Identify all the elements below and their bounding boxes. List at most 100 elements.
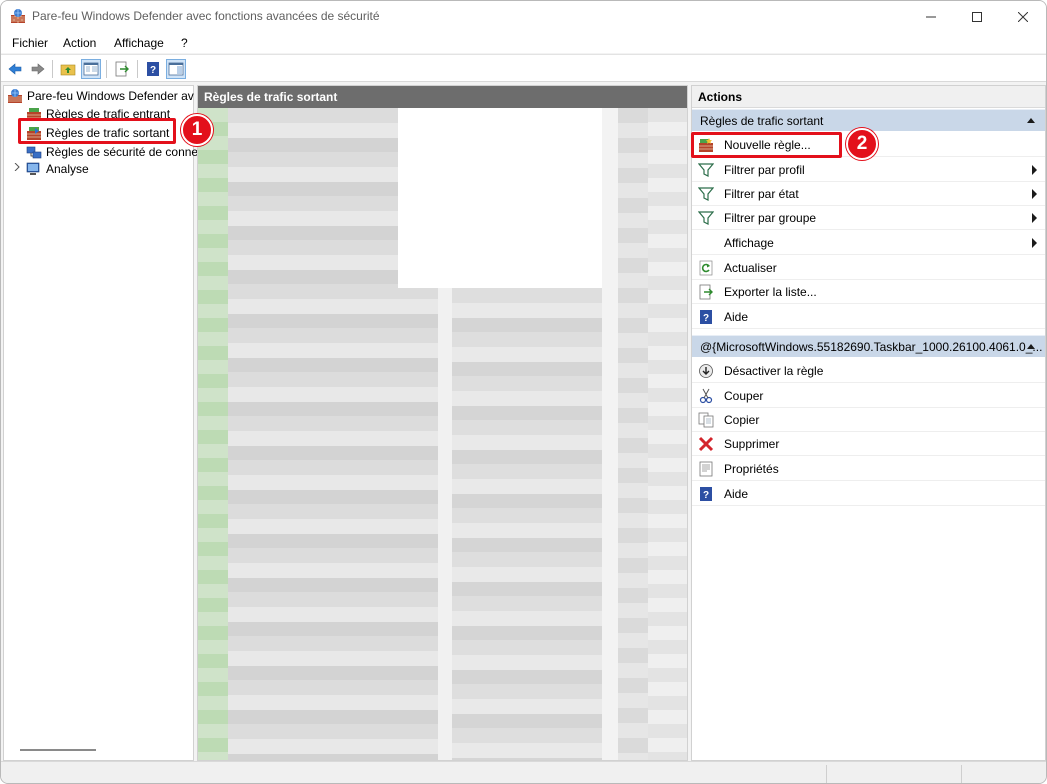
help-button[interactable]: ?: [143, 59, 163, 79]
toolbar-separator: [137, 60, 138, 78]
tree-root-label: Pare-feu Windows Defender av: [27, 88, 194, 103]
toolbar-separator: [52, 60, 53, 78]
minimize-icon: [926, 16, 936, 17]
show-hide-tree-button[interactable]: [81, 59, 101, 79]
help-icon: ?: [700, 310, 712, 324]
action-help-rule[interactable]: ? Aide: [692, 482, 1045, 506]
action-filter-group[interactable]: Filtrer par groupe: [692, 206, 1045, 230]
monitoring-icon: [26, 162, 40, 175]
pixelated-column: [198, 108, 228, 760]
expand-chevron-icon[interactable]: [13, 163, 21, 171]
forward-arrow-icon: [31, 63, 45, 75]
svg-text:?: ?: [703, 313, 709, 324]
console-tree-pane: Pare-feu Windows Defender av Règles de t…: [3, 85, 198, 761]
export-list-button[interactable]: [112, 59, 132, 79]
export-icon: [115, 61, 129, 77]
title-bar: Pare-feu Windows Defender avec fonctions…: [1, 1, 1046, 32]
action-help[interactable]: ? Aide: [692, 305, 1045, 329]
section-title: @{MicrosoftWindows.55182690.Taskbar_1000…: [700, 340, 1043, 354]
action-delete[interactable]: Supprimer: [692, 432, 1045, 456]
toolbar: ?: [1, 54, 1046, 82]
action-label: Affichage: [724, 236, 774, 250]
svg-text:?: ?: [703, 490, 709, 501]
firewall-app-icon: [11, 9, 25, 23]
status-bar: [1, 761, 1046, 783]
minimize-button[interactable]: [908, 1, 954, 32]
action-filter-state[interactable]: Filtrer par état: [692, 182, 1045, 206]
action-cut[interactable]: Couper: [692, 384, 1045, 408]
action-properties[interactable]: Propriétés: [692, 457, 1045, 481]
submenu-arrow-icon: [1032, 165, 1037, 175]
action-label: Filtrer par groupe: [724, 211, 817, 225]
actions-section-outbound[interactable]: Règles de trafic sortant: [692, 109, 1045, 131]
pixelated-gap: [438, 288, 452, 760]
submenu-arrow-icon: [1032, 189, 1037, 199]
menu-action[interactable]: Action: [63, 36, 96, 50]
action-label: Filtrer par profil: [724, 163, 805, 177]
pixelated-gap: [602, 108, 618, 760]
rules-list-pane: Règles de trafic sortant: [197, 85, 688, 761]
maximize-icon: [972, 11, 982, 22]
pixelated-column: [452, 288, 602, 760]
show-hide-action-pane-button[interactable]: [166, 59, 186, 79]
menu-affichage[interactable]: Affichage: [114, 36, 164, 50]
delete-icon: [698, 436, 714, 452]
action-refresh[interactable]: Actualiser: [692, 256, 1045, 280]
help-icon: ?: [700, 487, 712, 501]
menu-fichier[interactable]: Fichier: [12, 36, 48, 50]
highlight-new-rule: [691, 132, 842, 158]
forward-button[interactable]: [28, 59, 48, 79]
properties-icon: [699, 461, 713, 477]
rules-list-header: Règles de trafic sortant: [198, 86, 687, 108]
window-title: Pare-feu Windows Defender avec fonctions…: [32, 9, 380, 23]
filter-icon: [698, 187, 714, 201]
action-export-list[interactable]: Exporter la liste...: [692, 280, 1045, 304]
app-window: Pare-feu Windows Defender avec fonctions…: [0, 0, 1047, 784]
actions-pane: Actions Règles de trafic sortant Nouvell…: [691, 85, 1046, 761]
status-separator: [961, 765, 962, 783]
firewall-icon: [8, 88, 22, 103]
pixelated-column: [618, 108, 648, 760]
pixelated-column: [648, 108, 687, 760]
action-label: Désactiver la règle: [724, 364, 824, 378]
svg-text:?: ?: [150, 65, 156, 76]
rules-list-pixelated: [198, 108, 687, 760]
action-filter-profile[interactable]: Filtrer par profil: [692, 158, 1045, 182]
back-button[interactable]: [5, 59, 25, 79]
action-label: Propriétés: [724, 462, 779, 476]
submenu-arrow-icon: [1032, 238, 1037, 248]
close-icon: [1018, 11, 1028, 22]
back-arrow-icon: [8, 63, 22, 75]
action-disable-rule[interactable]: Désactiver la règle: [692, 359, 1045, 383]
close-button[interactable]: [1000, 1, 1046, 32]
tree-item-monitoring[interactable]: Analyse: [26, 159, 215, 178]
export-icon: [699, 284, 713, 300]
maximize-button[interactable]: [954, 1, 1000, 32]
collapse-arrow-icon[interactable]: [1027, 118, 1035, 123]
disable-icon: [699, 364, 713, 378]
horizontal-scrollbar[interactable]: [20, 749, 96, 751]
action-label: Exporter la liste...: [724, 285, 817, 299]
action-copy[interactable]: Copier: [692, 408, 1045, 432]
filter-icon: [698, 211, 714, 225]
status-separator: [826, 765, 827, 783]
copy-icon: [698, 412, 714, 428]
action-label: Supprimer: [724, 437, 780, 451]
action-label: Couper: [724, 389, 764, 403]
actions-section-selected-rule[interactable]: @{MicrosoftWindows.55182690.Taskbar_1000…: [692, 335, 1045, 357]
filter-icon: [698, 163, 714, 177]
action-label: Copier: [724, 413, 760, 427]
action-view[interactable]: Affichage: [692, 231, 1045, 255]
action-label: Aide: [724, 310, 749, 324]
toolbar-separator: [106, 60, 107, 78]
section-title: Règles de trafic sortant: [700, 114, 824, 128]
menu-help[interactable]: ?: [181, 36, 188, 50]
action-label: Aide: [724, 487, 749, 501]
submenu-arrow-icon: [1032, 213, 1037, 223]
tree-root[interactable]: Pare-feu Windows Defender av: [7, 86, 196, 105]
tree-item-label: Analyse: [46, 161, 89, 176]
up-folder-button[interactable]: [58, 59, 78, 79]
step-badge-1: 1: [181, 114, 213, 146]
highlight-outbound-rules: [18, 118, 176, 144]
collapse-arrow-icon[interactable]: [1027, 344, 1035, 349]
